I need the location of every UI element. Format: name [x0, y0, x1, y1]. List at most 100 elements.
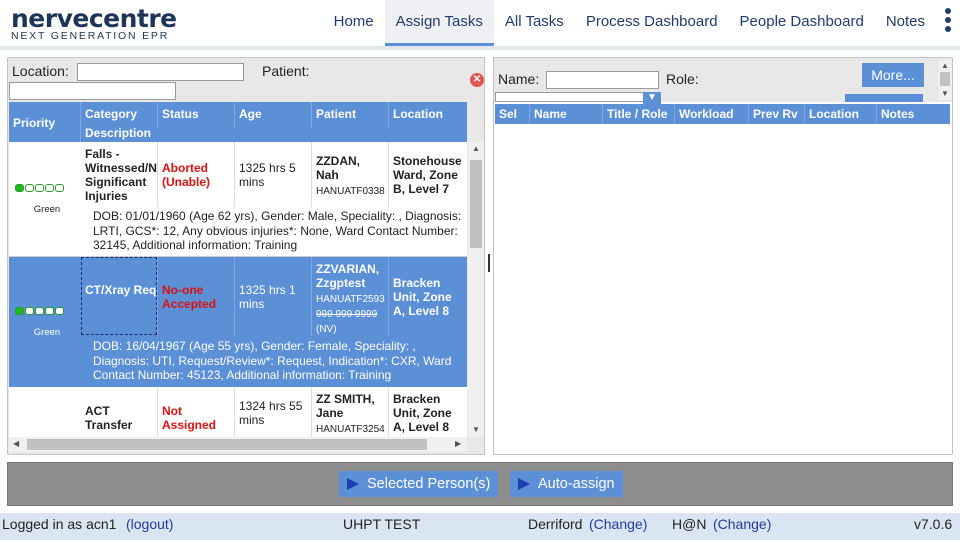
nav-notes[interactable]: Notes: [875, 0, 936, 46]
task-patient: ZZVARIAN, Zzgptest HANUATF2593 999 999 9…: [312, 257, 389, 336]
task-age: 1325 hrs 5 mins: [235, 142, 312, 207]
task-table-header: Priority Category Status Age Patient Loc…: [9, 102, 467, 142]
secondary-button[interactable]: [845, 94, 923, 102]
site-change-link[interactable]: (Change): [589, 516, 647, 532]
kebab-menu-icon[interactable]: [945, 8, 951, 35]
app-version: v7.0.6: [914, 516, 953, 532]
header-status[interactable]: Status: [158, 102, 235, 128]
logged-in-text: Logged in as acn1: [2, 516, 117, 532]
scroll-thumb[interactable]: [27, 439, 427, 450]
table-row[interactable]: Green Falls - Witnessed/N Significant In…: [9, 142, 467, 257]
brand-name: nervecentre: [11, 4, 177, 33]
task-location: Bracken Unit, Zone A, Level 8: [393, 276, 452, 318]
header-category[interactable]: Category: [81, 102, 158, 128]
task-category: Falls - Witnessed/N Significant Injuries: [81, 142, 158, 207]
brand-tagline: NEXT GENERATION EPR: [11, 30, 170, 42]
header-notes[interactable]: Notes: [877, 104, 950, 124]
task-status: No-one Accepted: [158, 257, 235, 336]
focus-outline: [81, 257, 157, 335]
table-row-selected[interactable]: Green CT/Xray Request/Re No-one Accepted…: [9, 257, 467, 387]
scroll-up-icon[interactable]: ▲: [941, 61, 949, 70]
task-patient: ZZ SMITH, Jane HANUATF3254: [312, 387, 389, 437]
top-divider: [0, 46, 960, 50]
nav-people-dashboard[interactable]: People Dashboard: [729, 0, 875, 46]
mode-name: H@N: [672, 516, 707, 532]
table-row[interactable]: ACT Transfer Not Assigned 1324 hrs 55 mi…: [9, 387, 467, 437]
main-nav: Home Assign Tasks All Tasks Process Dash…: [323, 0, 936, 46]
mode-change-link[interactable]: (Change): [713, 516, 771, 532]
scroll-down-icon[interactable]: ▼: [472, 425, 480, 434]
scroll-down-icon[interactable]: ▼: [941, 89, 949, 98]
people-panel: Name: Role: ▼ More... ▲ ▼ Sel Name Title…: [493, 57, 953, 455]
header-location[interactable]: Location: [805, 104, 877, 124]
filter-scrollbar[interactable]: ▲ ▼: [938, 60, 952, 100]
task-category: ACT Transfer: [81, 387, 158, 437]
patient-id: HANUATF0338: [316, 186, 385, 197]
task-location: Bracken Unit, Zone A, Level 8: [393, 392, 452, 434]
task-description: DOB: 01/01/1960 (Age 62 yrs), Gender: Ma…: [93, 209, 462, 252]
selected-persons-label: Selected Person(s): [367, 476, 491, 492]
scroll-up-icon[interactable]: ▲: [472, 144, 480, 153]
header-name[interactable]: Name: [530, 104, 603, 124]
task-age: 1325 hrs 1 mins: [235, 257, 312, 336]
role-select[interactable]: [495, 92, 655, 102]
scroll-left-icon[interactable]: ◀: [13, 439, 19, 448]
top-bar: nervecentre NEXT GENERATION EPR Home Ass…: [0, 0, 960, 46]
task-vertical-scrollbar[interactable]: ▲ ▼: [468, 142, 484, 437]
more-button[interactable]: More...: [862, 63, 924, 87]
header-title-role[interactable]: Title / Role: [603, 104, 675, 124]
task-location: Stonehouse Ward, Zone B, Level 7: [393, 154, 462, 196]
task-horizontal-scrollbar[interactable]: ◀ ▶: [9, 437, 467, 452]
task-status: Aborted (Unable): [158, 142, 235, 207]
patient-extra: (NV): [316, 324, 337, 335]
patient-id: HANUATF2593: [316, 294, 385, 305]
header-priority[interactable]: Priority: [9, 102, 81, 142]
header-workload[interactable]: Workload: [675, 104, 749, 124]
task-description: DOB: 16/04/1967 (Age 55 yrs), Gender: Fe…: [93, 339, 452, 382]
patient-label: Patient:: [262, 63, 310, 79]
nav-process-dashboard[interactable]: Process Dashboard: [575, 0, 729, 46]
name-input[interactable]: [546, 71, 659, 89]
task-patient: ZZDAN, Nah HANUATF0338: [312, 142, 389, 207]
people-table-body: [495, 124, 950, 452]
nav-assign-tasks[interactable]: Assign Tasks: [384, 0, 494, 46]
header-age[interactable]: Age: [235, 102, 312, 128]
panel-splitter[interactable]: [488, 254, 490, 272]
task-panel: Location: Patient: ✕ Priority Category S…: [7, 57, 485, 455]
org-name: UHPT TEST: [343, 516, 421, 532]
nav-all-tasks[interactable]: All Tasks: [494, 0, 575, 46]
patient-input[interactable]: [9, 82, 176, 100]
patient-id: HANUATF3254: [316, 424, 385, 435]
status-footer: Logged in as acn1 (logout) UHPT TEST Der…: [0, 513, 960, 540]
role-label: Role:: [666, 71, 699, 87]
priority-label: Green: [33, 204, 61, 215]
patient-name: ZZ SMITH, Jane: [316, 392, 375, 420]
selected-persons-button[interactable]: Selected Person(s): [339, 471, 499, 497]
header-prev-rv[interactable]: Prev Rv: [749, 104, 805, 124]
patient-name: ZZVARIAN, Zzgptest: [316, 262, 380, 290]
play-icon: [518, 478, 530, 490]
header-sel[interactable]: Sel: [495, 104, 530, 124]
logout-link[interactable]: (logout): [126, 516, 173, 532]
name-label: Name:: [498, 71, 540, 87]
task-age: 1324 hrs 55 mins: [235, 387, 312, 437]
patient-nhs-number: 999 999 9999: [316, 309, 378, 320]
site-name: Derriford: [528, 516, 583, 532]
scroll-thumb[interactable]: [470, 160, 482, 248]
auto-assign-label: Auto-assign: [538, 476, 615, 492]
priority-indicator: [15, 307, 64, 315]
auto-assign-button[interactable]: Auto-assign: [510, 471, 623, 497]
action-bar: Selected Person(s) Auto-assign: [7, 462, 953, 506]
header-description: Description: [85, 126, 152, 140]
header-patient[interactable]: Patient: [312, 102, 389, 128]
people-table-header: Sel Name Title / Role Workload Prev Rv L…: [495, 104, 950, 124]
header-location[interactable]: Location: [389, 102, 467, 128]
task-status: Not Assigned: [158, 387, 235, 437]
location-input[interactable]: [77, 63, 244, 81]
scroll-right-icon[interactable]: ▶: [455, 439, 461, 448]
priority-label: Green: [33, 327, 61, 338]
app-logo[interactable]: nervecentre NEXT GENERATION EPR: [11, 4, 177, 42]
nav-home[interactable]: Home: [323, 0, 385, 46]
people-filter-bar: Name: Role: ▼ More... ▲ ▼: [494, 58, 952, 106]
clear-filter-icon[interactable]: ✕: [470, 73, 484, 87]
